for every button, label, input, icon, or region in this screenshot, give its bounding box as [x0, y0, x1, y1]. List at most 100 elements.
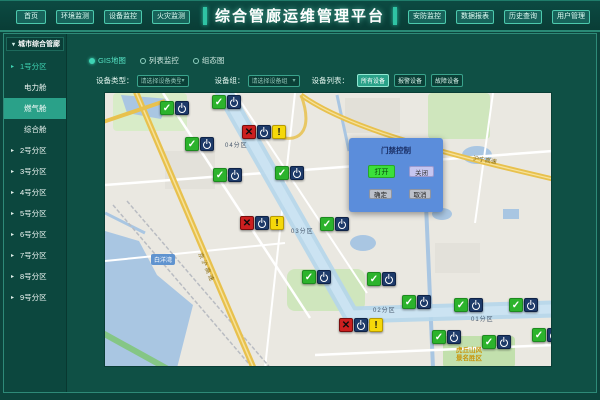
nav-button[interactable]: 首页 — [16, 10, 46, 24]
device-filter-button[interactable]: 所有设备 — [357, 74, 389, 87]
check-icon: ✓ — [320, 217, 334, 231]
radio-icon — [89, 58, 95, 64]
device-marker-ok[interactable]: ✓ — [454, 298, 483, 312]
power-icon — [447, 330, 461, 344]
sidebar-item[interactable]: 综合舱 — [4, 119, 66, 140]
device-marker-ok[interactable]: ✓ — [185, 137, 214, 151]
check-icon: ✓ — [532, 328, 546, 342]
view-mode-label: GIS地图 — [98, 55, 126, 66]
chevron-right-icon: ▸ — [11, 231, 14, 238]
view-mode-radio[interactable]: GIS地图 — [89, 55, 126, 66]
check-icon: ✓ — [302, 270, 316, 284]
device-group-value: 请选择设备组 — [252, 76, 288, 85]
sidebar-item[interactable]: ▸ 1号分区 — [4, 56, 66, 77]
sidebar-item[interactable]: ▸ 9号分区 — [4, 287, 66, 308]
power-icon — [469, 298, 483, 312]
check-icon: ✓ — [482, 335, 496, 349]
sidebar-item[interactable]: ▸ 2号分区 — [4, 140, 66, 161]
sidebar-item-label: 电力舱 — [24, 82, 47, 93]
device-marker-ok[interactable]: ✓ — [160, 101, 189, 115]
sidebar: ▾ 城市综合管廊 ▸1号分区电力舱燃气舱综合舱▸2号分区▸3号分区▸4号分区▸5… — [4, 34, 67, 392]
nav-button[interactable]: 环境监测 — [56, 10, 94, 24]
device-list-buttons: 所有设备报警设备故障设备 — [352, 74, 463, 87]
device-marker-ok[interactable]: ✓ — [275, 166, 304, 180]
device-marker-ok[interactable]: ✓ — [509, 298, 538, 312]
power-icon — [335, 217, 349, 231]
chevron-right-icon: ▸ — [11, 63, 14, 70]
nav-button[interactable]: 火灾监测 — [152, 10, 190, 24]
radio-icon — [193, 58, 199, 64]
chevron-down-icon: ▾ — [12, 41, 15, 48]
sidebar-item[interactable]: ▸3号分区 — [4, 161, 66, 182]
sidebar-item-label: 3号分区 — [20, 166, 47, 177]
sidebar-item-label: 5号分区 — [20, 208, 47, 219]
device-marker-alarm[interactable]: ✕! — [242, 125, 286, 139]
check-icon: ✓ — [213, 168, 227, 182]
sidebar-item[interactable]: ▸6号分区 — [4, 224, 66, 245]
device-marker-alarm[interactable]: ✕! — [339, 318, 383, 332]
alarm-icon: ! — [270, 216, 284, 230]
device-marker-ok[interactable]: ✓ — [367, 272, 396, 286]
nav-button[interactable]: 用户管理 — [552, 10, 590, 24]
check-icon: ✓ — [402, 295, 416, 309]
nav-button[interactable]: 设备监控 — [104, 10, 142, 24]
power-icon — [227, 95, 241, 109]
sidebar-item[interactable]: ▸ 8号分区 — [4, 266, 66, 287]
map-place-label: 虎丘山风景名胜区 — [453, 347, 485, 363]
chevron-right-icon: ▸ — [11, 294, 14, 301]
device-group-select[interactable]: 请选择设备组 ▾ — [248, 75, 300, 87]
power-icon — [354, 318, 368, 332]
device-marker-ok[interactable]: ✓ — [432, 330, 461, 344]
page-title: 综合管廊运维管理平台 — [215, 5, 385, 26]
device-type-select[interactable]: 请选择设备类型 ▾ — [137, 75, 189, 87]
sidebar-item[interactable]: ▸ 5号分区 — [4, 203, 66, 224]
content-panel: ▾ 城市综合管廊 ▸1号分区电力舱燃气舱综合舱▸2号分区▸3号分区▸4号分区▸5… — [3, 33, 597, 393]
device-marker-alarm[interactable]: ✕! — [240, 216, 284, 230]
device-marker-ok[interactable]: ✓ — [532, 328, 552, 342]
power-icon — [290, 166, 304, 180]
open-button[interactable]: 打开 — [368, 165, 395, 178]
sidebar-root-label: 城市综合管廊 — [18, 39, 60, 49]
view-mode-radio[interactable]: 组态图 — [193, 55, 225, 66]
nav-button[interactable]: 历史查询 — [504, 10, 542, 24]
device-marker-ok[interactable]: ✓ — [402, 295, 431, 309]
sidebar-item-label: 8号分区 — [20, 271, 47, 282]
check-icon: ✓ — [432, 330, 446, 344]
device-type-label: 设备类型： — [96, 75, 134, 86]
sidebar-item[interactable]: 燃气舱 — [4, 98, 66, 119]
device-filter-button[interactable]: 故障设备 — [431, 74, 463, 87]
chevron-right-icon: ▸ — [11, 210, 14, 217]
map-zone-label: 03分区 — [291, 226, 314, 235]
power-icon — [255, 216, 269, 230]
chevron-right-icon: ▸ — [11, 147, 14, 154]
check-icon: ✓ — [454, 298, 468, 312]
view-mode-radio[interactable]: 列表监控 — [140, 55, 179, 66]
device-filter-button[interactable]: 报警设备 — [394, 74, 426, 87]
cancel-button[interactable]: 取消 — [409, 189, 431, 199]
device-marker-ok[interactable]: ✓ — [212, 95, 241, 109]
power-icon — [547, 328, 552, 342]
sidebar-item[interactable]: ▸7号分区 — [4, 245, 66, 266]
chevron-right-icon: ▸ — [11, 273, 14, 280]
sidebar-item-label: 1号分区 — [20, 61, 47, 72]
power-icon — [175, 101, 189, 115]
check-icon: ✓ — [275, 166, 289, 180]
close-button[interactable]: 关闭 — [409, 166, 434, 177]
sidebar-item[interactable]: ▸4号分区 — [4, 182, 66, 203]
sidebar-item-label: 4号分区 — [20, 187, 47, 198]
device-marker-ok[interactable]: ✓ — [482, 335, 511, 349]
device-marker-ok[interactable]: ✓ — [320, 217, 349, 231]
sidebar-item-label: 9号分区 — [20, 292, 47, 303]
header-right-buttons: 安防监控数据报表历史查询用户管理 — [408, 10, 590, 24]
alarm-icon: ! — [272, 125, 286, 139]
confirm-button[interactable]: 确定 — [369, 189, 392, 199]
sidebar-item[interactable]: 电力舱 — [4, 77, 66, 98]
gis-map[interactable]: 白洋湾 虎丘山风景名胜区 沪宁高速 京沪高速 ✓✓✕!✓✓✓✕!✓✓✓✓✓✓✕!… — [104, 92, 552, 367]
nav-button[interactable]: 安防监控 — [408, 10, 446, 24]
sidebar-root-node[interactable]: ▾ 城市综合管廊 — [6, 37, 64, 51]
power-icon — [317, 270, 331, 284]
sidebar-item-label: 2号分区 — [20, 145, 47, 156]
nav-button[interactable]: 数据报表 — [456, 10, 494, 24]
device-marker-ok[interactable]: ✓ — [302, 270, 331, 284]
device-marker-ok[interactable]: ✓ — [213, 168, 242, 182]
